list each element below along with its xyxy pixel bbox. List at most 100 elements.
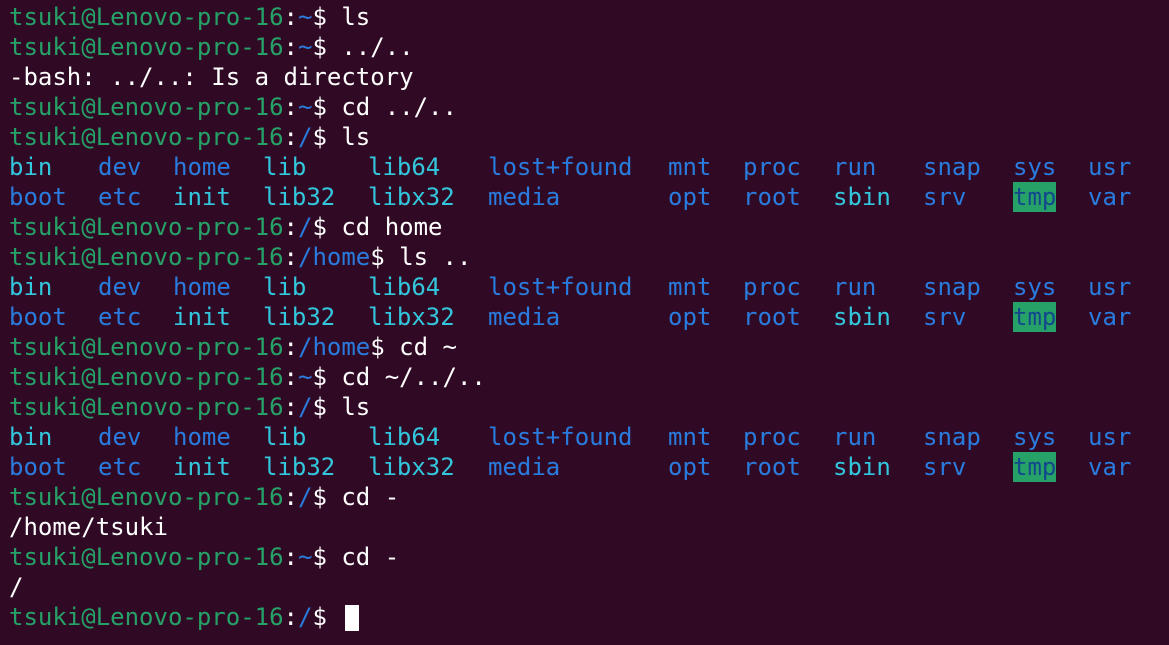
prompt-line: tsuki@Lenovo-pro-16:/$ cd -: [9, 482, 1169, 512]
ls-entry: proc: [743, 423, 801, 451]
command-text: ls: [326, 123, 371, 151]
ls-entry: usr: [1088, 153, 1132, 181]
ls-entry: home: [173, 153, 231, 181]
ls-output-row: boot etc init lib32 libx32 media opt root sbin sr…: [9, 302, 1169, 332]
prompt-user-host: tsuki@Lenovo-pro-16: [9, 243, 284, 271]
prompt-colon: :: [283, 393, 298, 421]
ls-entry: etc: [98, 183, 142, 211]
ls-entry: lib64: [368, 153, 441, 181]
ls-entry: run: [833, 423, 877, 451]
prompt-line: tsuki@Lenovo-pro-16:/$ cd home: [9, 212, 1169, 242]
ls-entry: lost+found: [488, 153, 633, 181]
ls-entry: tmp: [1013, 452, 1057, 482]
ls-entry: lib32: [263, 453, 336, 481]
prompt-colon: :: [283, 363, 298, 391]
ls-entry: lib32: [263, 183, 336, 211]
prompt-line: tsuki@Lenovo-pro-16:/$: [9, 602, 1169, 632]
ls-entry: sys: [1013, 423, 1057, 451]
ls-entry: mnt: [668, 153, 712, 181]
prompt-path: /: [298, 603, 313, 631]
ls-entry: boot: [9, 183, 67, 211]
ls-entry: proc: [743, 273, 801, 301]
ls-entry: dev: [98, 273, 142, 301]
ls-entry: lib: [263, 273, 307, 301]
ls-entry: lost+found: [488, 273, 633, 301]
ls-entry: init: [173, 303, 231, 331]
ls-entry: run: [833, 273, 877, 301]
ls-entry: snap: [923, 153, 981, 181]
prompt-dollar: $: [312, 123, 327, 151]
output-text: /home/tsuki: [9, 513, 168, 541]
output-line: /home/tsuki: [9, 512, 1169, 542]
output-line: -bash: ../..: Is a directory: [9, 62, 1169, 92]
prompt-colon: :: [283, 243, 298, 271]
prompt-colon: :: [283, 3, 298, 31]
ls-entry: root: [743, 453, 801, 481]
ls-entry: lib64: [368, 273, 441, 301]
command-text: cd -: [326, 543, 400, 571]
ls-entry: boot: [9, 303, 67, 331]
ls-entry: lib64: [368, 423, 441, 451]
prompt-line: tsuki@Lenovo-pro-16:~$ cd ~/../..: [9, 362, 1169, 392]
prompt-line: tsuki@Lenovo-pro-16:~$ cd ../..: [9, 92, 1169, 122]
output-text: /: [9, 573, 24, 601]
prompt-path: /home: [298, 333, 371, 361]
command-text: cd ~/../..: [326, 363, 486, 391]
prompt-line: tsuki@Lenovo-pro-16:~$ ../..: [9, 32, 1169, 62]
prompt-line: tsuki@Lenovo-pro-16:/$ ls: [9, 122, 1169, 152]
prompt-dollar: $: [370, 333, 385, 361]
ls-entry: usr: [1088, 423, 1132, 451]
prompt-dollar: $: [312, 393, 327, 421]
ls-entry: libx32: [368, 303, 455, 331]
prompt-user-host: tsuki@Lenovo-pro-16: [9, 33, 284, 61]
prompt-line: tsuki@Lenovo-pro-16:/$ ls: [9, 392, 1169, 422]
prompt-user-host: tsuki@Lenovo-pro-16: [9, 393, 284, 421]
ls-entry: lib: [263, 153, 307, 181]
ls-entry: tmp: [1013, 182, 1057, 212]
ls-entry: lib: [263, 423, 307, 451]
prompt-dollar: $: [312, 363, 327, 391]
text-cursor[interactable]: [345, 605, 360, 631]
ls-entry: var: [1088, 453, 1132, 481]
ls-entry: run: [833, 153, 877, 181]
command-text: ../..: [326, 33, 414, 61]
ls-entry: bin: [9, 423, 53, 451]
ls-entry: media: [488, 183, 561, 211]
prompt-dollar: $: [312, 543, 327, 571]
prompt-path: ~: [298, 33, 313, 61]
ls-entry: lib32: [263, 303, 336, 331]
ls-entry: proc: [743, 153, 801, 181]
prompt-path: /: [298, 393, 313, 421]
prompt-colon: :: [283, 543, 298, 571]
ls-output-row: boot etc init lib32 libx32 media opt root sbin sr…: [9, 182, 1169, 212]
ls-entry: dev: [98, 153, 142, 181]
prompt-user-host: tsuki@Lenovo-pro-16: [9, 363, 284, 391]
prompt-line: tsuki@Lenovo-pro-16:~$ ls: [9, 2, 1169, 32]
ls-entry: srv: [923, 183, 967, 211]
ls-entry: home: [173, 423, 231, 451]
ls-entry: home: [173, 273, 231, 301]
prompt-path: ~: [298, 3, 313, 31]
ls-entry: snap: [923, 423, 981, 451]
ls-entry: sbin: [833, 303, 891, 331]
ls-output-row: bin dev home lib lib64 lost+found mnt proc run sn…: [9, 272, 1169, 302]
ls-entry: dev: [98, 423, 142, 451]
ls-entry: var: [1088, 303, 1132, 331]
prompt-path: /home: [298, 243, 371, 271]
prompt-user-host: tsuki@Lenovo-pro-16: [9, 123, 284, 151]
ls-entry: libx32: [368, 183, 455, 211]
prompt-dollar: $: [312, 213, 327, 241]
terminal-window[interactable]: tsuki@Lenovo-pro-16:~$ ls tsuki@Lenovo-pr…: [0, 0, 1169, 645]
command-text: cd home: [326, 213, 443, 241]
ls-entry: boot: [9, 453, 67, 481]
prompt-dollar: $: [312, 603, 327, 631]
ls-entry: sys: [1013, 153, 1057, 181]
prompt-user-host: tsuki@Lenovo-pro-16: [9, 543, 284, 571]
ls-entry: usr: [1088, 273, 1132, 301]
prompt-user-host: tsuki@Lenovo-pro-16: [9, 213, 284, 241]
prompt-dollar: $: [312, 33, 327, 61]
command-text: ls: [326, 393, 371, 421]
prompt-colon: :: [283, 603, 298, 631]
ls-entry: snap: [923, 273, 981, 301]
ls-entry: media: [488, 303, 561, 331]
